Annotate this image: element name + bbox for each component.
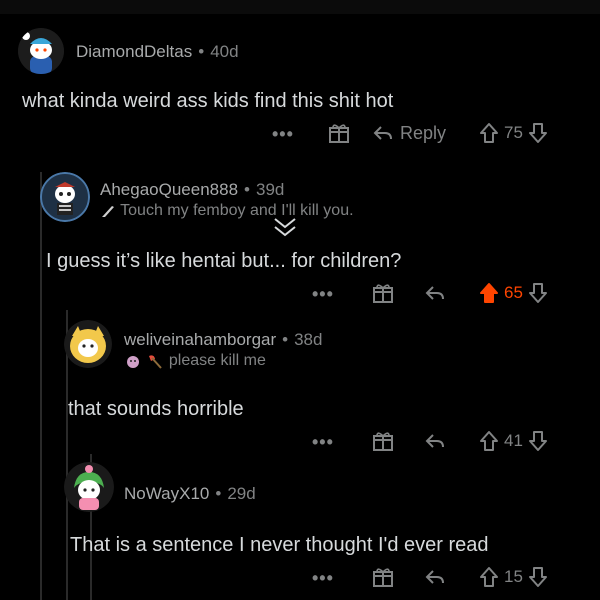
comment-thread: DiamondDeltas • 40d what kinda weird ass k… xyxy=(0,14,600,600)
comment-age: 38d xyxy=(294,330,323,349)
comment-actions: ••• 65 xyxy=(0,282,600,310)
username[interactable]: AhegaoQueen888 xyxy=(100,180,238,199)
upvote-icon[interactable] xyxy=(478,122,500,144)
avatar[interactable] xyxy=(18,28,64,74)
vote-controls: 41 xyxy=(478,430,549,452)
reply-button[interactable]: Reply xyxy=(372,122,446,144)
more-options-icon[interactable]: ••• xyxy=(272,124,294,145)
vote-controls: 75 xyxy=(478,122,549,144)
comment-actions: ••• Reply 75 xyxy=(0,122,600,150)
award-icon xyxy=(329,124,349,143)
username[interactable]: NoWayX10 xyxy=(124,484,209,503)
comment-body: I guess it’s like hentai but... for chil… xyxy=(46,250,402,272)
comment-3: weliveinahamborgar • 38d please kill me th… xyxy=(0,310,600,456)
reply-icon xyxy=(425,570,444,584)
comment-4: NoWayX10 • 29d That is a sentence I never … xyxy=(0,456,600,600)
comment-2: AhegaoQueen888 • 39d Touch my femboy and I… xyxy=(0,164,600,310)
award-icon xyxy=(373,568,393,587)
award-button[interactable] xyxy=(372,566,394,588)
comment-actions: ••• 41 xyxy=(0,430,600,458)
comment-age: 29d xyxy=(227,484,256,503)
reply-icon xyxy=(425,434,444,448)
username[interactable]: DiamondDeltas xyxy=(76,42,192,61)
downvote-icon[interactable] xyxy=(527,566,549,588)
user-flair: Touch my femboy and I'll kill you. xyxy=(100,202,354,220)
reply-label: Reply xyxy=(400,122,447,143)
comment-meta: DiamondDeltas • 40d xyxy=(76,42,239,61)
reply-button[interactable] xyxy=(424,430,446,452)
reply-icon xyxy=(425,286,444,300)
avatar[interactable] xyxy=(40,172,90,222)
character-icon xyxy=(127,355,139,368)
upvote-icon[interactable] xyxy=(478,430,500,452)
vote-score: 15 xyxy=(504,567,523,586)
flair-text: please kill me xyxy=(168,352,266,369)
avatar[interactable] xyxy=(64,320,112,368)
comment-meta: NoWayX10 • 29d xyxy=(124,484,256,503)
upvote-icon[interactable] xyxy=(478,566,500,588)
vote-controls: 15 xyxy=(478,566,549,588)
knife-icon xyxy=(102,205,114,217)
comment-meta: AhegaoQueen888 • 39d xyxy=(100,180,285,199)
comment-body: what kinda weird ass kids find this shit… xyxy=(22,90,394,112)
downvote-icon[interactable] xyxy=(527,430,549,452)
award-icon xyxy=(373,432,393,451)
axe-icon xyxy=(149,355,163,369)
username[interactable]: weliveinahamborgar xyxy=(124,330,276,349)
award-button[interactable] xyxy=(328,122,350,144)
flair-text: Touch my femboy and I'll kill you. xyxy=(120,202,354,219)
vote-score: 65 xyxy=(504,283,523,302)
more-options-icon[interactable]: ••• xyxy=(312,568,334,589)
award-icon xyxy=(373,284,393,303)
comment-body: that sounds horrible xyxy=(68,398,244,420)
more-options-icon[interactable]: ••• xyxy=(312,284,334,305)
collapse-chevron-icon[interactable] xyxy=(272,216,298,238)
user-flair: please kill me xyxy=(124,352,266,370)
comment-age: 40d xyxy=(210,42,239,61)
comment-meta: weliveinahamborgar • 38d xyxy=(124,330,323,349)
reply-icon xyxy=(373,126,392,140)
comment-body: That is a sentence I never thought I'd e… xyxy=(70,534,489,556)
reply-button[interactable] xyxy=(424,566,446,588)
vote-controls: 65 xyxy=(478,282,549,304)
vote-score: 75 xyxy=(504,123,523,142)
downvote-icon[interactable] xyxy=(527,282,549,304)
comment-1: DiamondDeltas • 40d what kinda weird ass k… xyxy=(0,14,600,164)
top-bar xyxy=(0,0,600,14)
award-button[interactable] xyxy=(372,430,394,452)
avatar[interactable] xyxy=(64,462,114,512)
reply-button[interactable] xyxy=(424,282,446,304)
upvote-icon[interactable] xyxy=(478,282,500,304)
downvote-icon[interactable] xyxy=(527,122,549,144)
comment-actions: ••• 15 xyxy=(0,566,600,594)
vote-score: 41 xyxy=(504,431,523,450)
award-button[interactable] xyxy=(372,282,394,304)
more-options-icon[interactable]: ••• xyxy=(312,432,334,453)
comment-age: 39d xyxy=(255,180,285,199)
